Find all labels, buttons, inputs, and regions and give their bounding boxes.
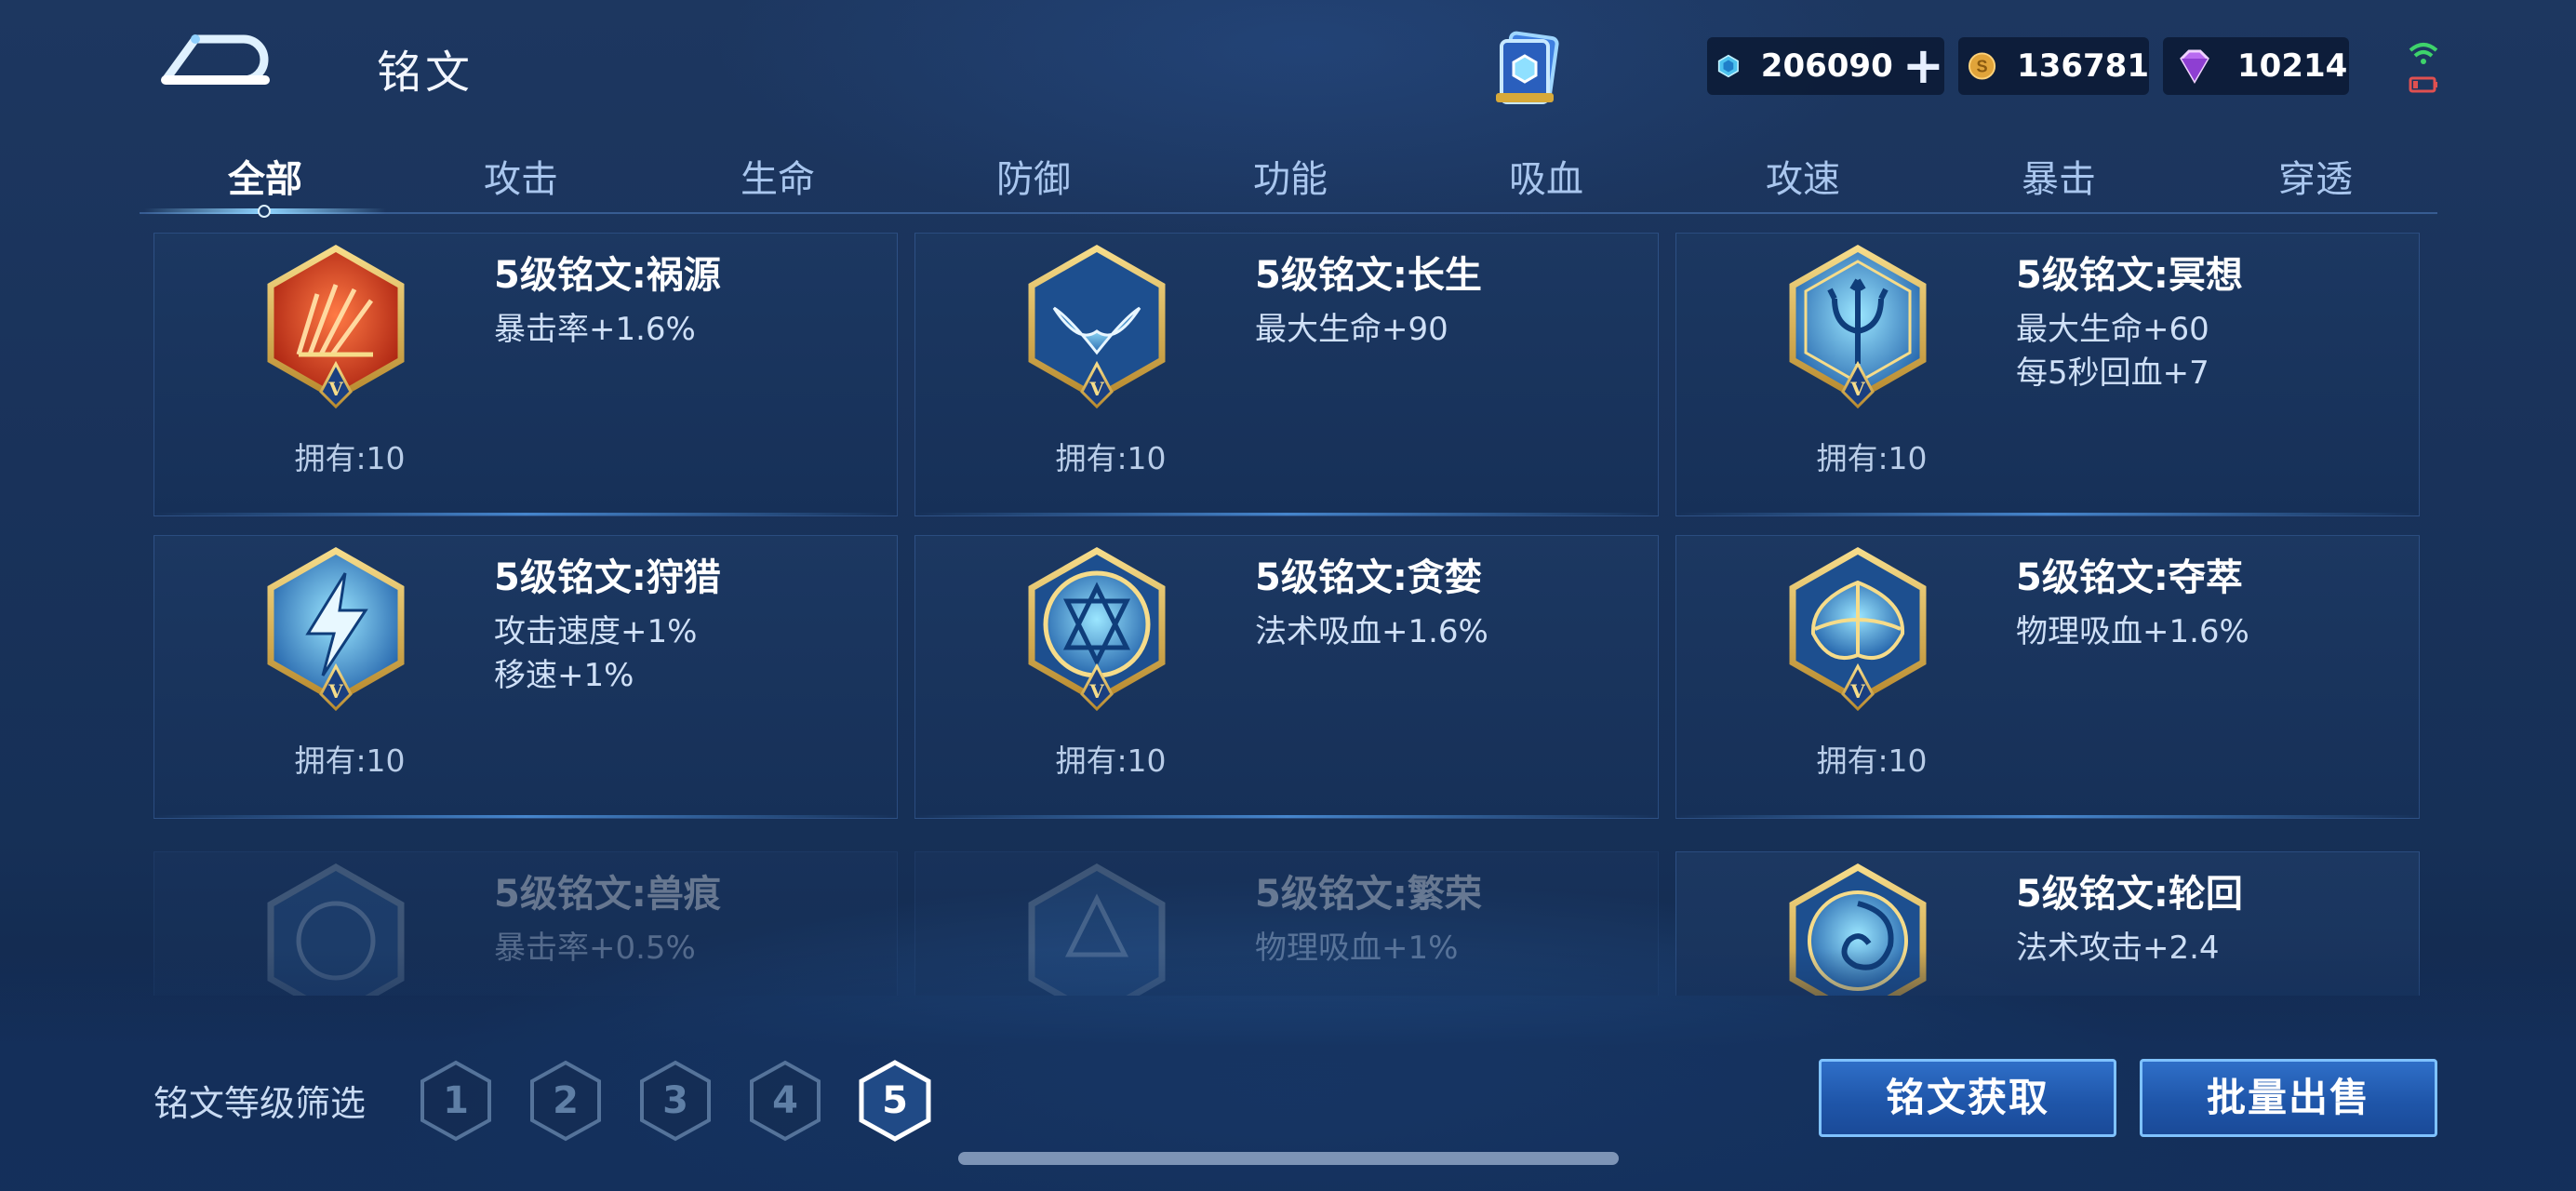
inscription-stat: 每5秒回血+7	[2016, 355, 2209, 392]
level-filter-label-3: 3	[662, 1079, 688, 1122]
inscription-stat: 攻击速度+1%	[494, 613, 698, 650]
inscription-card[interactable]: V 5级铭文:贪婪 法术吸血+1.6% 拥有:10	[914, 535, 1659, 819]
svg-text:V: V	[1088, 378, 1104, 400]
event-card-icon[interactable]	[1488, 28, 1572, 112]
svg-text:V: V	[327, 378, 343, 400]
inscription-card[interactable]: V 5级铭文:夺萃 物理吸血+1.6% 拥有:10	[1675, 535, 2420, 819]
blue-whale-tail-emblem-icon: V	[1028, 244, 1166, 409]
owned-count: 拥有:10	[1816, 743, 1928, 779]
blue-swirl-emblem-icon	[1789, 863, 1927, 996]
inscription-stat: 法术攻击+2.4	[2016, 930, 2220, 967]
inscription-grid: V 5级铭文:祸源 暴击率+1.6% 拥有:10 V 5级铭文:长生 最大生命+…	[153, 233, 2423, 996]
level-filter-label-4: 4	[772, 1079, 798, 1122]
level-filter-label-5: 5	[882, 1079, 908, 1122]
inscription-card[interactable]: 5级铭文:轮回 法术攻击+2.4	[1675, 851, 2420, 996]
inscription-name: 5级铭文:轮回	[2016, 873, 2243, 916]
status-indicators	[2405, 37, 2442, 99]
level-filter-1[interactable]: 1	[417, 1059, 495, 1143]
red-fan-emblem-icon: V	[267, 244, 405, 409]
faded-emblem-icon	[1028, 863, 1166, 996]
inscription-card[interactable]: V 5级铭文:长生 最大生命+90 拥有:10	[914, 233, 1659, 516]
inscription-card[interactable]: V 5级铭文:狩猎 攻击速度+1% 移速+1% 拥有:10	[153, 535, 898, 819]
inscription-name: 5级铭文:兽痕	[494, 873, 721, 916]
tab-function[interactable]: 功能	[1197, 149, 1383, 203]
owned-count: 拥有:10	[1816, 440, 1928, 476]
diamond-currency: 206090 +	[1707, 37, 1944, 95]
gold-amount: 136781	[2017, 47, 2149, 85]
svg-text:S: S	[1976, 57, 1987, 75]
inscription-card[interactable]: V 5级铭文:祸源 暴击率+1.6% 拥有:10	[153, 233, 898, 516]
page-title: 铭文	[377, 47, 474, 99]
blue-lightning-emblem-icon: V	[267, 546, 405, 712]
gold-coin-icon: S	[1968, 52, 1996, 80]
level-filter-label-1: 1	[443, 1079, 469, 1122]
inscription-stat: 移速+1%	[494, 657, 634, 694]
purple-gem-icon	[2180, 49, 2209, 84]
owned-count: 拥有:10	[294, 743, 406, 779]
bulk-sell-button[interactable]: 批量出售	[2140, 1059, 2437, 1137]
tab-attack[interactable]: 攻击	[428, 149, 614, 203]
inscription-stat: 暴击率+1.6%	[494, 311, 696, 348]
level-filter-label: 铭文等级筛选	[153, 1083, 367, 1124]
level-filter-2[interactable]: 2	[527, 1059, 605, 1143]
owned-count: 拥有:10	[1055, 743, 1167, 779]
tab-all[interactable]: 全部	[172, 149, 358, 203]
back-button[interactable]	[158, 28, 279, 93]
inscription-stat: 最大生命+60	[2016, 311, 2209, 348]
inscription-name: 5级铭文:祸源	[494, 254, 721, 297]
inscription-card[interactable]: 5级铭文:兽痕 暴击率+0.5%	[153, 851, 898, 996]
gold-currency: S 136781	[1958, 37, 2149, 95]
inscription-name: 5级铭文:繁荣	[1255, 873, 1482, 916]
level-filter-label-2: 2	[553, 1079, 579, 1122]
tab-attack-speed[interactable]: 攻速	[1710, 149, 1896, 203]
owned-count: 拥有:10	[1055, 440, 1167, 476]
inscription-stat: 物理吸血+1%	[1255, 930, 1459, 967]
inscription-name: 5级铭文:冥想	[2016, 254, 2243, 297]
tab-critical[interactable]: 暴击	[1966, 149, 2152, 203]
inscription-stat: 法术吸血+1.6%	[1255, 613, 1488, 650]
level-filter-4[interactable]: 4	[746, 1059, 824, 1143]
back-arrow-icon	[161, 34, 270, 85]
inscription-name: 5级铭文:狩猎	[494, 556, 721, 599]
tab-defense[interactable]: 防御	[941, 149, 1127, 203]
owned-count: 拥有:10	[294, 440, 406, 476]
inscription-card[interactable]: V 5级铭文:冥想 最大生命+60 每5秒回血+7 拥有:10	[1675, 233, 2420, 516]
inscription-name: 5级铭文:长生	[1255, 254, 1482, 297]
gem-amount: 10214	[2237, 47, 2348, 85]
battery-icon	[2409, 76, 2437, 93]
inscription-card[interactable]: 5级铭文:繁荣 物理吸血+1%	[914, 851, 1659, 996]
tab-penetration[interactable]: 穿透	[2222, 149, 2409, 203]
svg-text:V: V	[1088, 680, 1104, 703]
faded-emblem-icon	[267, 863, 405, 996]
diamond-coupon-icon	[1717, 54, 1739, 78]
diamond-amount: 206090	[1760, 47, 1893, 85]
tab-lifesteal[interactable]: 吸血	[1453, 149, 1639, 203]
svg-text:V: V	[1849, 680, 1865, 703]
tabs-divider	[140, 212, 2437, 214]
inscription-stat: 最大生命+90	[1255, 311, 1448, 348]
svg-text:V: V	[1849, 378, 1865, 400]
svg-text:V: V	[327, 680, 343, 703]
gem-currency: 10214	[2163, 37, 2349, 95]
blue-trident-emblem-icon: V	[1789, 244, 1927, 409]
inscription-name: 5级铭文:贪婪	[1255, 556, 1482, 599]
add-currency-button[interactable]: +	[1902, 41, 1944, 91]
category-tabs: 全部 攻击 生命 防御 功能 吸血 攻速 暴击 穿透	[140, 140, 2437, 214]
inscription-stat: 物理吸血+1.6%	[2016, 613, 2249, 650]
inscription-stat: 暴击率+0.5%	[494, 930, 696, 967]
level-filter-3[interactable]: 3	[636, 1059, 714, 1143]
blue-leaf-emblem-icon: V	[1789, 546, 1927, 712]
tab-health[interactable]: 生命	[685, 149, 871, 203]
level-filter-5[interactable]: 5	[856, 1059, 934, 1143]
wifi-icon	[2409, 43, 2438, 64]
inscription-name: 5级铭文:夺萃	[2016, 556, 2243, 599]
active-tab-dot	[258, 205, 271, 218]
home-indicator[interactable]	[958, 1152, 1619, 1165]
blue-star-circle-emblem-icon: V	[1028, 546, 1166, 712]
obtain-inscription-button[interactable]: 铭文获取	[1819, 1059, 2116, 1137]
